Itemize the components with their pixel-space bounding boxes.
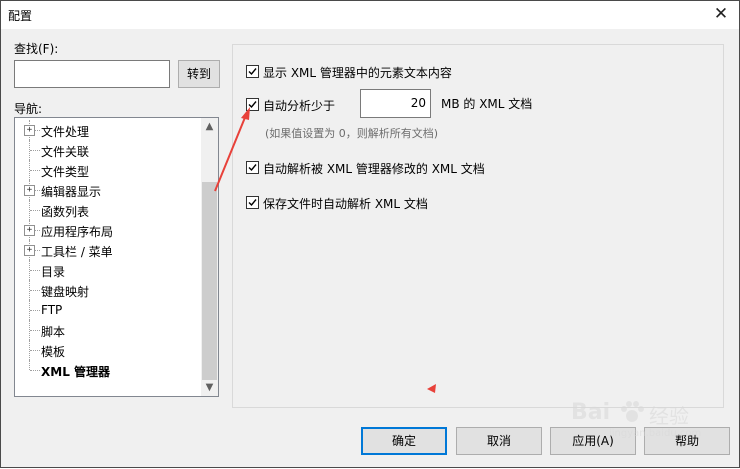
annotation-arrowhead — [241, 107, 250, 120]
annotation-arrow — [214, 114, 247, 192]
annotation-marker — [427, 384, 436, 393]
watermark-text: Bai — [571, 400, 611, 425]
paw-icon — [621, 401, 644, 422]
config-dialog: 配置 ✕ 查找(F): 转到 导航: + 文件处理 文件关联 文件类型 + 编辑器显示 函数… — [0, 0, 740, 468]
cancel-button[interactable]: 取消 — [456, 427, 542, 455]
ok-button[interactable]: 确定 — [361, 427, 447, 455]
watermark-text2: 经验 — [649, 404, 689, 428]
baidu-watermark: Bai 经验 jingyan.baidu.com — [569, 396, 737, 448]
watermark-url: jingyan.baidu.com — [609, 428, 702, 439]
